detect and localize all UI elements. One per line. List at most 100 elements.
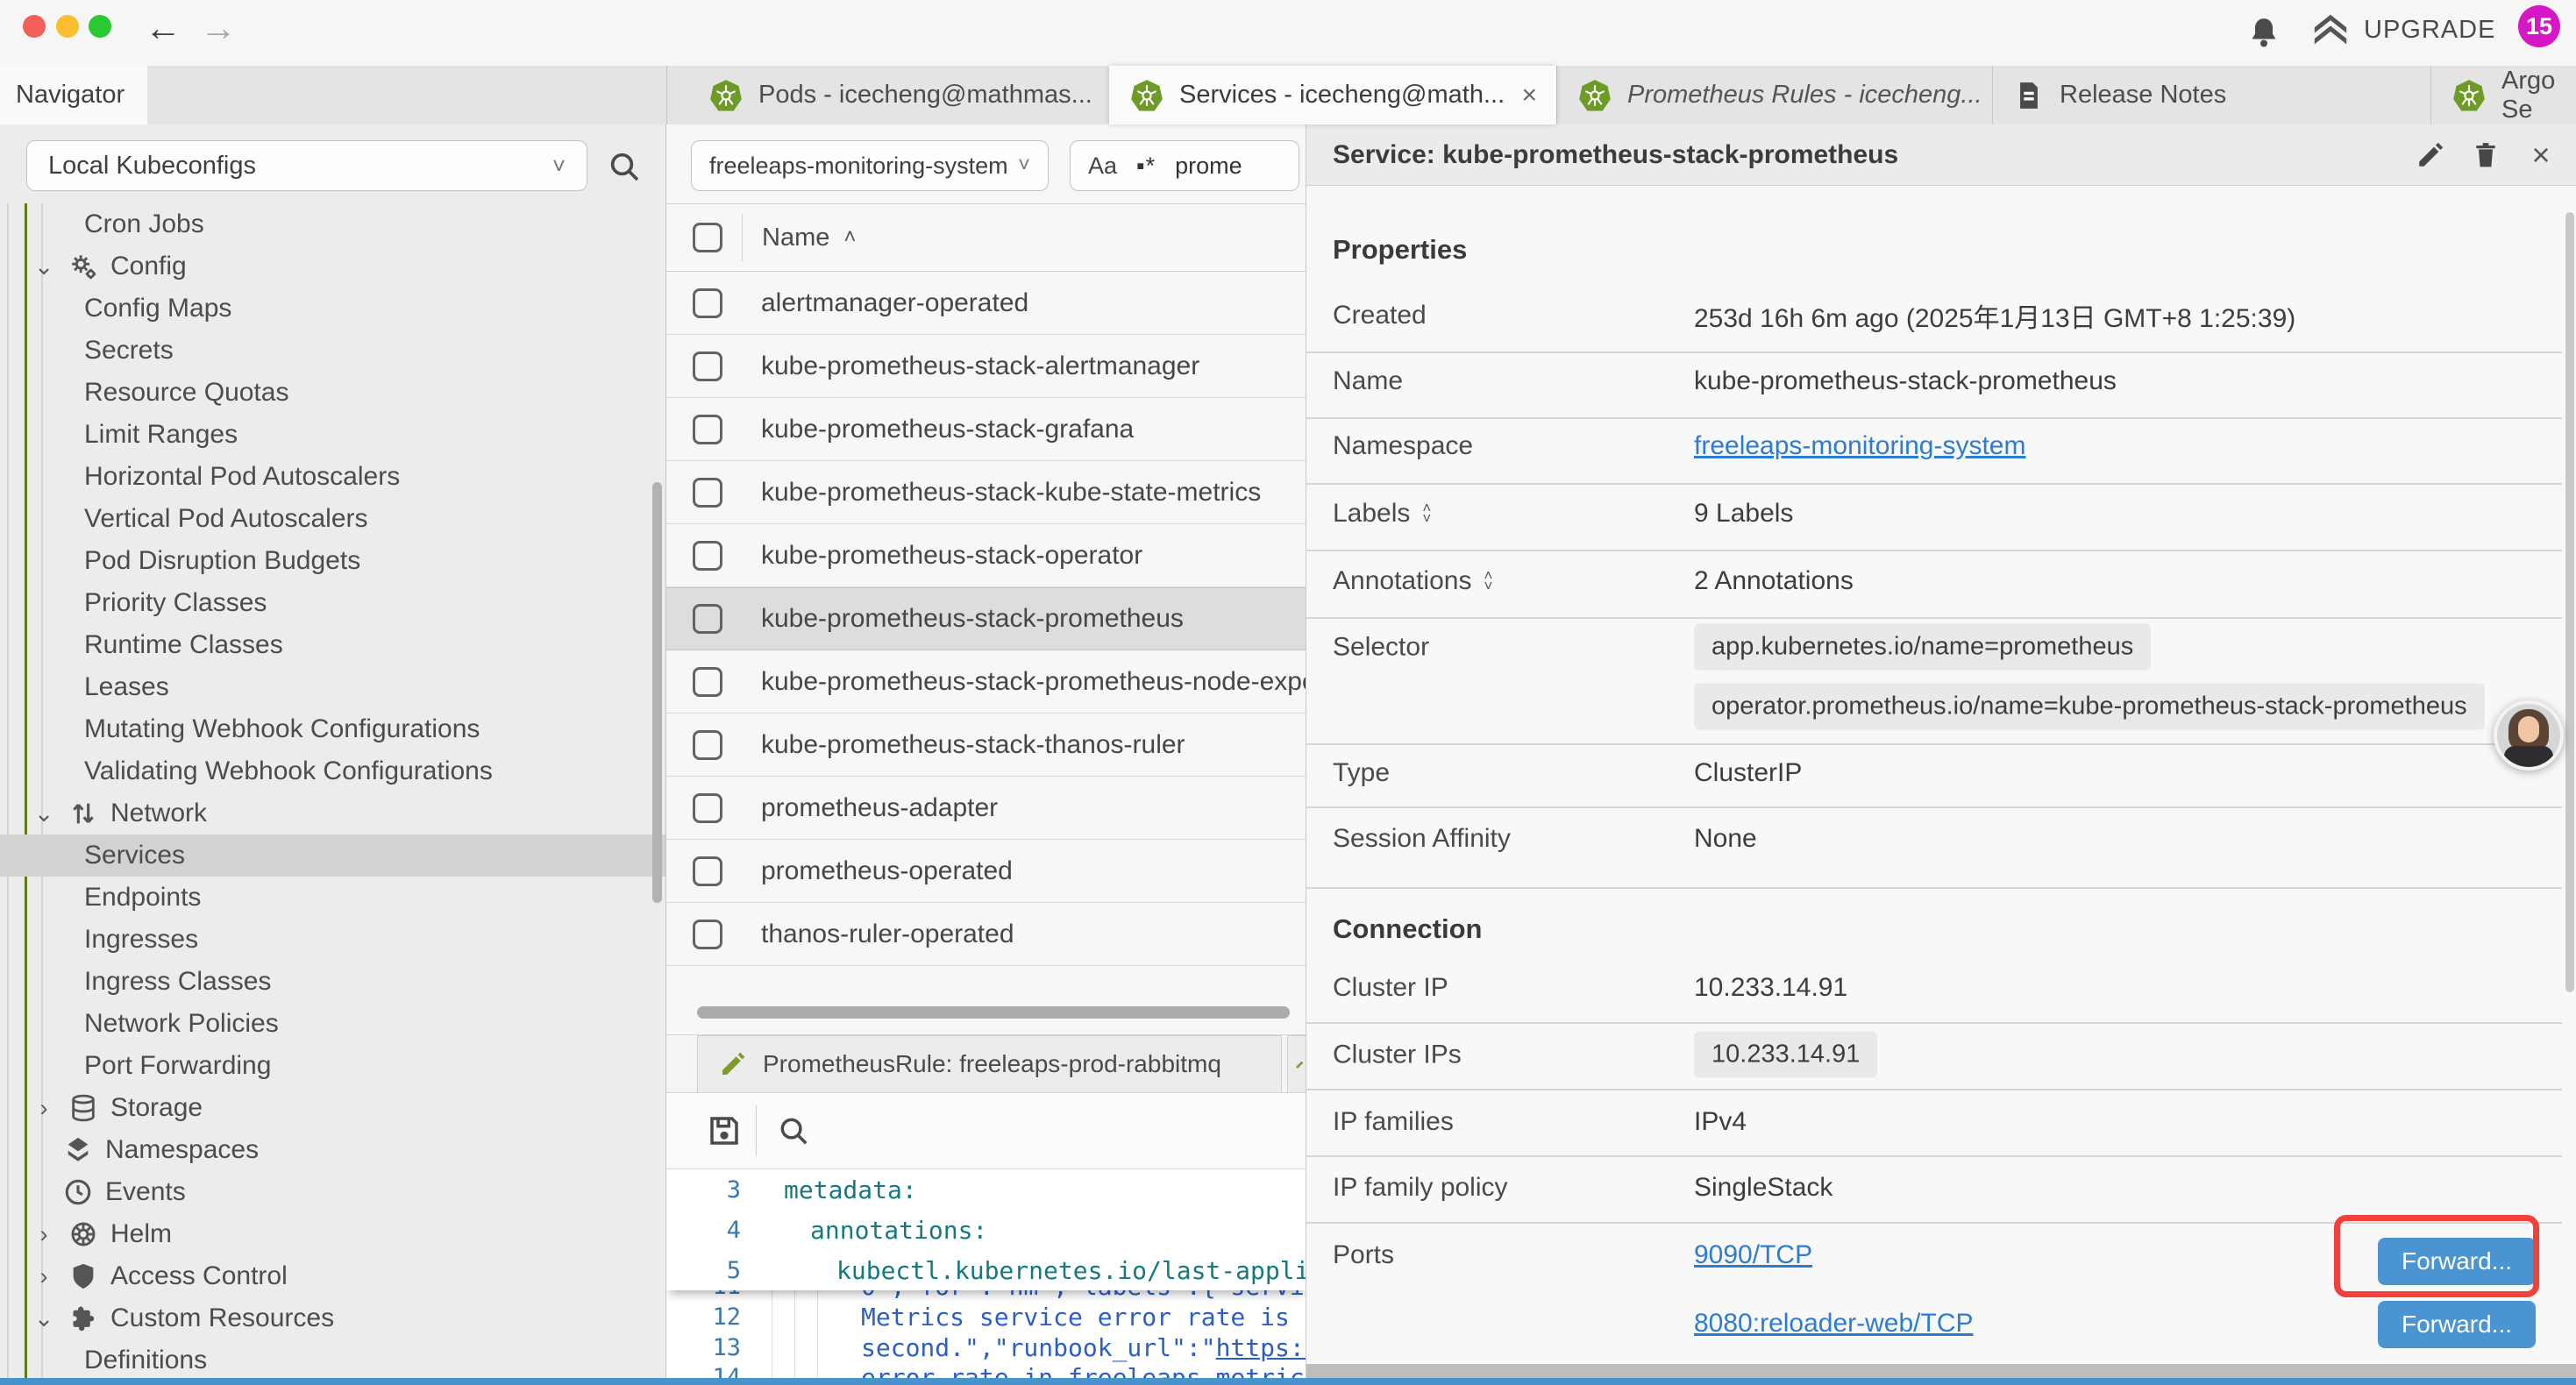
kubeconfig-select[interactable]: Local Kubeconfigs ˅ (26, 140, 587, 191)
tab-release-notes[interactable]: Release Notes (1992, 66, 2430, 124)
notification-count-badge[interactable]: 15 (2518, 5, 2560, 47)
table-row[interactable]: thanos-ruler-operated (666, 903, 1306, 966)
table-row[interactable]: prometheus-operated (666, 840, 1306, 903)
yaml-editor[interactable]: 11 0", for : nm", labels :{ service : i … (666, 1169, 1306, 1378)
table-row[interactable]: kube-prometheus-stack-alertmanager (666, 335, 1306, 398)
row-checkbox[interactable] (693, 288, 722, 318)
forward-port-button-8080[interactable]: Forward... (2378, 1301, 2536, 1348)
chevron-down-icon[interactable]: ⌄ (32, 253, 56, 281)
sidebar-item-horizontal-pod-autoscalers[interactable]: Horizontal Pod Autoscalers (0, 456, 665, 498)
sidebar-group-storage[interactable]: › Storage (0, 1087, 665, 1129)
sidebar-item-vertical-pod-autoscalers[interactable]: Vertical Pod Autoscalers (0, 498, 665, 540)
sidebar-group-network[interactable]: ⌄ Network (0, 792, 665, 835)
sidebar-item-namespaces[interactable]: Namespaces (0, 1129, 665, 1171)
sidebar-item-limit-ranges[interactable]: Limit Ranges (0, 414, 665, 456)
back-arrow-icon[interactable]: ← (145, 7, 181, 49)
port-link-8080[interactable]: 8080:reloader-web/TCP (1694, 1309, 1974, 1339)
tab-argo[interactable]: Argo Se (2430, 66, 2576, 124)
row-checkbox[interactable] (693, 793, 722, 823)
row-checkbox[interactable] (693, 478, 722, 508)
save-icon[interactable] (706, 1112, 743, 1154)
row-checkbox[interactable] (693, 415, 722, 444)
column-header-name[interactable]: Name (762, 224, 829, 252)
port-link-9090[interactable]: 9090/TCP (1694, 1240, 1812, 1270)
row-checkbox[interactable] (693, 352, 722, 381)
navigator-panel-tab[interactable]: Navigator (0, 66, 147, 124)
row-checkbox[interactable] (693, 667, 722, 697)
table-row[interactable]: prometheus-adapter (666, 777, 1306, 840)
table-row[interactable]: alertmanager-operated (666, 272, 1306, 335)
table-row[interactable]: kube-prometheus-stack-operator (666, 524, 1306, 587)
sidebar-item-resource-quotas[interactable]: Resource Quotas (0, 372, 665, 414)
sidebar-group-helm[interactable]: › Helm (0, 1213, 665, 1255)
details-scrollbar[interactable] (2565, 212, 2574, 992)
expand-collapse-icon[interactable]: ˄˅ (1484, 571, 1492, 592)
sidebar-item-services[interactable]: Services (0, 835, 665, 877)
sidebar-item-runtime-classes[interactable]: Runtime Classes (0, 624, 665, 666)
sort-ascending-icon[interactable]: ˄ (843, 225, 856, 250)
user-avatar[interactable] (2494, 700, 2564, 771)
horizontal-scrollbar[interactable] (697, 1006, 1290, 1019)
sidebar-item-validating-webhook-configurations[interactable]: Validating Webhook Configurations (0, 750, 665, 792)
select-all-checkbox[interactable] (693, 223, 722, 252)
sidebar-item-port-forwarding[interactable]: Port Forwarding (0, 1045, 665, 1087)
sidebar-group-custom-resources[interactable]: ⌄ Custom Resources (0, 1297, 665, 1339)
row-checkbox[interactable] (693, 604, 722, 634)
notifications-bell-icon[interactable] (2246, 14, 2281, 55)
sidebar-group-config[interactable]: ⌄ Config (0, 245, 665, 288)
editor-tab-partial[interactable] (1287, 1035, 1306, 1093)
runbook-url-link[interactable]: https://net (1216, 1333, 1306, 1362)
sidebar-item-mutating-webhook-configurations[interactable]: Mutating Webhook Configurations (0, 708, 665, 750)
sidebar-item-ingress-classes[interactable]: Ingress Classes (0, 961, 665, 1003)
table-row[interactable]: kube-prometheus-stack-kube-state-metrics (666, 461, 1306, 524)
sidebar-item-definitions[interactable]: Definitions (0, 1339, 665, 1378)
chevron-down-icon[interactable]: ⌄ (32, 1305, 56, 1332)
sidebar-search-icon[interactable] (607, 149, 642, 188)
close-window-button[interactable] (23, 15, 46, 38)
chevron-right-icon[interactable]: › (32, 1263, 56, 1290)
sidebar-item-priority-classes[interactable]: Priority Classes (0, 582, 665, 624)
row-checkbox[interactable] (693, 541, 722, 571)
sidebar-item-ingresses[interactable]: Ingresses (0, 919, 665, 961)
table-row[interactable]: kube-prometheus-stack-prometheus-node-ex… (666, 650, 1306, 714)
close-tab-icon[interactable]: × (1521, 81, 1537, 110)
match-case-icon[interactable]: Aa (1088, 153, 1117, 180)
tab-prometheus-rules[interactable]: Prometheus Rules - icecheng... (1556, 66, 1992, 124)
edit-pencil-icon[interactable] (2413, 138, 2448, 173)
sidebar-group-access-control[interactable]: › Access Control (0, 1255, 665, 1297)
chevron-right-icon[interactable]: › (32, 1221, 56, 1248)
forward-arrow-icon[interactable]: → (200, 7, 237, 49)
tab-pods[interactable]: Pods - icecheng@mathmas... (688, 66, 1109, 124)
sidebar-item-pod-disruption-budgets[interactable]: Pod Disruption Budgets (0, 540, 665, 582)
sidebar-item-leases[interactable]: Leases (0, 666, 665, 708)
row-checkbox[interactable] (693, 730, 722, 760)
details-horizontal-scrollbar[interactable] (1306, 1364, 2576, 1378)
editor-tab-prometheusrule[interactable]: PrometheusRule: freeleaps-prod-rabbitmq (697, 1035, 1282, 1093)
row-checkbox[interactable] (693, 856, 722, 886)
row-checkbox[interactable] (693, 920, 722, 949)
sidebar-item-cron-jobs[interactable]: Cron Jobs (0, 203, 665, 245)
namespace-select[interactable]: freeleaps-monitoring-system ˅ (691, 140, 1049, 191)
table-row[interactable]: kube-prometheus-stack-thanos-ruler (666, 714, 1306, 777)
delete-trash-icon[interactable] (2468, 138, 2503, 173)
minimize-window-button[interactable] (56, 15, 79, 38)
table-row-selected[interactable]: kube-prometheus-stack-prometheus (666, 587, 1306, 650)
sidebar-item-config-maps[interactable]: Config Maps (0, 288, 665, 330)
tab-services[interactable]: Services - icecheng@math... × (1109, 66, 1556, 124)
expand-collapse-icon[interactable]: ˄˅ (1422, 503, 1431, 524)
sidebar-scrollbar[interactable] (652, 482, 662, 903)
sidebar-item-endpoints[interactable]: Endpoints (0, 877, 665, 919)
upgrade-button[interactable]: UPGRADE (2311, 12, 2495, 47)
regex-icon[interactable]: ▪* (1136, 153, 1156, 180)
sidebar-item-secrets[interactable]: Secrets (0, 330, 665, 372)
editor-search-icon[interactable] (777, 1114, 810, 1152)
sidebar-item-events[interactable]: Events (0, 1171, 665, 1213)
chevron-right-icon[interactable]: › (32, 1095, 56, 1122)
filter-input[interactable]: Aa ▪* prome (1070, 140, 1299, 191)
close-panel-icon[interactable]: × (2523, 138, 2558, 173)
chevron-down-icon[interactable]: ⌄ (32, 800, 56, 827)
table-row[interactable]: kube-prometheus-stack-grafana (666, 398, 1306, 461)
maximize-window-button[interactable] (89, 15, 111, 38)
sidebar-item-network-policies[interactable]: Network Policies (0, 1003, 665, 1045)
namespace-link[interactable]: freeleaps-monitoring-system (1694, 431, 2025, 461)
